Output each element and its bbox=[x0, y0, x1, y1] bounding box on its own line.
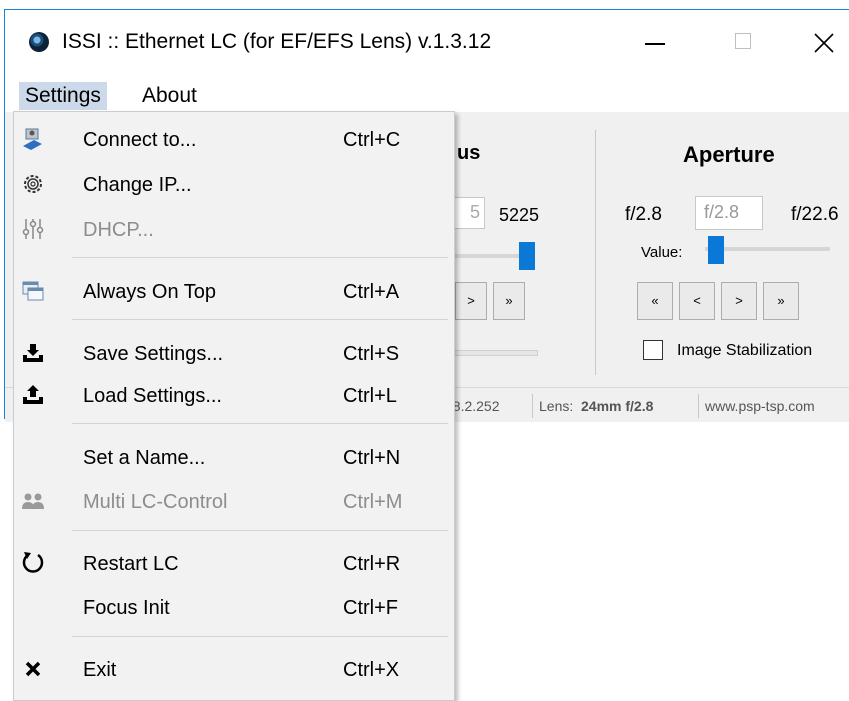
minimize-button[interactable] bbox=[635, 27, 675, 57]
maximize-button[interactable] bbox=[723, 27, 763, 57]
aperture-value-label: Value: bbox=[641, 244, 683, 261]
image-stabilization-checkbox[interactable] bbox=[643, 340, 663, 360]
settings-menu: Connect to... Ctrl+C Change IP... DHCP..… bbox=[13, 111, 455, 701]
load-tray-icon bbox=[20, 382, 46, 408]
close-button[interactable] bbox=[805, 27, 845, 57]
menu-item-always-on-top[interactable]: Always On Top Ctrl+A bbox=[14, 272, 454, 312]
menu-separator bbox=[72, 636, 448, 637]
menu-item-save-settings[interactable]: Save Settings... Ctrl+S bbox=[14, 334, 454, 374]
menu-separator bbox=[72, 257, 448, 258]
menu-item-load-settings[interactable]: Load Settings... Ctrl+L bbox=[14, 376, 454, 416]
menu-settings[interactable]: Settings bbox=[19, 82, 107, 110]
focus-max-label: 5225 bbox=[499, 205, 540, 225]
focus-progress-bar bbox=[445, 350, 538, 356]
menu-about[interactable]: About bbox=[136, 82, 203, 110]
windows-icon bbox=[20, 278, 46, 304]
focus-last-button[interactable]: » bbox=[493, 282, 525, 320]
menu-bar: Settings About bbox=[5, 76, 849, 112]
status-separator bbox=[698, 394, 699, 418]
users-icon bbox=[20, 488, 46, 514]
menu-item-restart-lc[interactable]: Restart LC Ctrl+R bbox=[14, 544, 454, 584]
aperture-prev-button[interactable]: < bbox=[679, 282, 715, 320]
menu-separator bbox=[72, 530, 448, 531]
focus-next-button[interactable]: > bbox=[455, 282, 487, 320]
save-tray-icon bbox=[20, 340, 46, 366]
aperture-first-button[interactable]: « bbox=[637, 282, 673, 320]
menu-item-dhcp[interactable]: DHCP... bbox=[14, 210, 454, 250]
aperture-slider[interactable] bbox=[705, 234, 830, 264]
menu-separator bbox=[72, 423, 448, 424]
aperture-min-label: f/2.8 bbox=[625, 204, 662, 225]
restart-icon bbox=[20, 550, 46, 576]
title-bar[interactable]: ISSI :: Ethernet LC (for EF/EFS Lens) v.… bbox=[5, 10, 849, 74]
close-icon bbox=[814, 33, 834, 53]
menu-separator bbox=[72, 319, 448, 320]
menu-item-multi-lc-control[interactable]: Multi LC-Control Ctrl+M bbox=[14, 482, 454, 522]
status-lens-prefix: Lens: bbox=[539, 398, 574, 414]
gear-icon bbox=[20, 171, 46, 197]
status-lens-value: 24mm f/2.8 bbox=[581, 398, 654, 414]
menu-item-connect[interactable]: Connect to... Ctrl+C bbox=[14, 120, 454, 160]
close-x-icon bbox=[20, 656, 46, 682]
image-stabilization-label: Image Stabilization bbox=[677, 342, 813, 359]
status-separator bbox=[532, 394, 533, 418]
aperture-next-button[interactable]: > bbox=[721, 282, 757, 320]
aperture-value-field[interactable]: f/2.8 bbox=[695, 196, 763, 230]
app-logo-icon bbox=[29, 32, 49, 52]
aperture-max-label: f/22.6 bbox=[791, 204, 839, 225]
window-title: ISSI :: Ethernet LC (for EF/EFS Lens) v.… bbox=[62, 30, 492, 53]
panel-divider bbox=[595, 130, 596, 375]
aperture-heading: Aperture bbox=[683, 142, 775, 167]
dhcp-sliders-icon bbox=[20, 216, 46, 242]
focus-slider-thumb[interactable] bbox=[519, 242, 535, 270]
aperture-last-button[interactable]: » bbox=[763, 282, 799, 320]
connect-icon bbox=[20, 126, 46, 152]
focus-slider-track bbox=[445, 254, 525, 258]
aperture-slider-thumb[interactable] bbox=[708, 236, 724, 264]
focus-heading: us bbox=[457, 142, 481, 164]
menu-item-change-ip[interactable]: Change IP... bbox=[14, 165, 454, 205]
focus-slider[interactable] bbox=[445, 242, 537, 272]
menu-item-exit[interactable]: Exit Ctrl+X bbox=[14, 650, 454, 690]
menu-item-set-name[interactable]: Set a Name... Ctrl+N bbox=[14, 438, 454, 478]
status-website: www.psp-tsp.com bbox=[705, 398, 815, 414]
menu-item-focus-init[interactable]: Focus Init Ctrl+F bbox=[14, 588, 454, 628]
